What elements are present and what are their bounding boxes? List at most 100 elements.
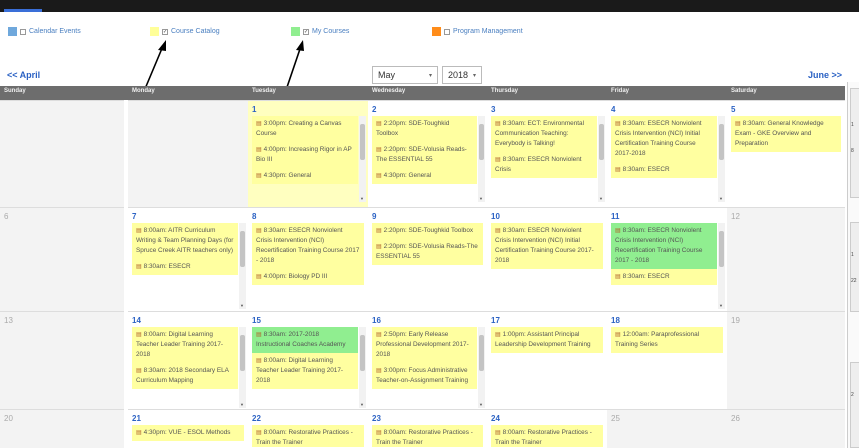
day-number[interactable]: 17 [491,316,500,325]
scrollbar[interactable]: ▼ [359,116,366,202]
calendar-event[interactable]: ▤ 4:00pm: Increasing Rigor in AP Bio III [252,142,358,168]
day-cell[interactable]: 6 [0,207,124,311]
day-number[interactable]: 1 [252,105,256,114]
calendar-event[interactable]: ▤ 4:30pm: VUE - ESOL Methods [132,425,244,441]
day-number[interactable]: 8 [252,212,256,221]
day-cell[interactable]: 13 [0,311,124,409]
scrollbar-thumb[interactable] [360,335,365,371]
day-cell[interactable]: 25 [607,409,727,448]
calendar-event[interactable]: ▤ 8:00am: Restorative Practices - Train t… [491,425,603,447]
day-number[interactable]: 5 [731,105,735,114]
day-number[interactable]: 11 [611,212,619,221]
day-number[interactable]: 22 [252,414,261,423]
calendar-event[interactable]: ▤ 4:00pm: Biology PD III [252,269,364,285]
scrollbar-thumb[interactable] [240,335,245,371]
day-number[interactable]: 23 [372,414,381,423]
day-number[interactable]: 2 [372,105,376,114]
calendar-event[interactable]: ▤ 3:00pm: Creating a Canvas Course [252,116,358,142]
scrollbar-thumb[interactable] [719,124,724,160]
day-number[interactable]: 26 [731,414,740,423]
scrollbar-thumb[interactable] [360,124,365,160]
day-cell[interactable]: 10 ▤ 8:30am: ESECR Nonviolent Crisis Inter… [487,207,607,311]
calendar-event[interactable]: ▤ 8:30am: 2018 Secondary ELA Curriculum M… [132,363,238,389]
calendar-event[interactable]: ▤ 4:30pm: General [252,168,358,184]
scrollbar[interactable]: ▼ [239,327,246,408]
scrollbar-thumb[interactable] [479,335,484,371]
day-number[interactable]: 13 [4,316,13,325]
calendar-event[interactable]: ▤ 8:00am: Digital Learning Teacher Leader… [252,353,358,389]
day-cell[interactable]: 23 ▤ 8:00am: Restorative Practices - Train… [368,409,487,448]
scrollbar[interactable]: ▼ [718,223,725,309]
scroll-down-icon[interactable]: ▼ [360,196,364,201]
day-number[interactable]: 14 [132,316,141,325]
scrollbar-thumb[interactable] [599,124,604,160]
calendar-event[interactable]: ▤ 2:20pm: SDE-Toughkid Toolbox [372,116,477,142]
day-cell[interactable]: 2 ▤ 2:20pm: SDE-Toughkid Toolbox ▤ 2:20pm: S… [368,100,487,207]
calendar-event[interactable]: ▤ 2:20pm: SDE-Toughkid Toolbox [372,223,483,239]
calendar-event[interactable]: ▤ 8:30am: 2017-2018 Instructional Coaches… [252,327,358,353]
day-cell[interactable]: 22 ▤ 8:00am: Restorative Practices - Train… [248,409,368,448]
calendar-event[interactable]: ▤ 3:00pm: Focus Administrative Teacher-on… [372,363,477,389]
prev-month-link[interactable]: << April [7,70,40,80]
scrollbar[interactable]: ▼ [598,116,605,202]
scrollbar-thumb[interactable] [479,124,484,160]
calendar-event[interactable]: ▤ 8:30am: ECT: Environmental Communicatio… [491,116,597,152]
day-number[interactable]: 19 [731,316,740,325]
day-cell[interactable]: 11 ▤ 8:30am: ESECR Nonviolent Crisis Inter… [607,207,727,311]
day-number[interactable]: 12 [731,212,740,221]
day-number[interactable]: 3 [491,105,495,114]
day-number[interactable]: 7 [132,212,136,221]
calendar-event[interactable]: ▤ 1:00pm: Assistant Principal Leadership … [491,327,603,353]
day-number[interactable]: 20 [4,414,13,423]
day-cell[interactable] [128,100,248,207]
day-cell[interactable]: 14 ▤ 8:00am: Digital Learning Teacher Lead… [128,311,248,409]
calendar-event[interactable]: ▤ 8:30am: ESECR Nonviolent Crisis [491,152,597,178]
scroll-down-icon[interactable]: ▼ [599,196,603,201]
year-select[interactable]: 2018 ▾ [442,66,482,84]
calendar-event[interactable]: ▤ 8:00am: AITR Curriculum Writing & Team … [132,223,238,259]
scrollbar[interactable]: ▼ [239,223,246,309]
scroll-down-icon[interactable]: ▼ [719,196,723,201]
day-cell[interactable]: 17 ▤ 1:00pm: Assistant Principal Leadershi… [487,311,607,409]
day-number[interactable]: 15 [252,316,261,325]
day-cell[interactable]: 20 [0,409,124,448]
day-cell[interactable]: 12 [727,207,845,311]
scroll-down-icon[interactable]: ▼ [479,402,483,407]
day-number[interactable]: 24 [491,414,500,423]
day-cell[interactable]: 18 ▤ 12:00am: Paraprofessional Training Se… [607,311,727,409]
day-cell[interactable]: 19 [727,311,845,409]
scroll-down-icon[interactable]: ▼ [719,303,723,308]
day-cell[interactable]: 3 ▤ 8:30am: ECT: Environmental Communicati… [487,100,607,207]
scrollbar[interactable]: ▼ [478,327,485,408]
calendar-event[interactable]: ▤ 2:20pm: SDE-Volusia Reads-The ESSENTIAL… [372,142,477,168]
day-cell[interactable]: 16 ▤ 2:50pm: Early Release Professional De… [368,311,487,409]
day-cell[interactable]: 26 [727,409,845,448]
day-cell[interactable]: 7 ▤ 8:00am: AITR Curriculum Writing & Team… [128,207,248,311]
calendar-event[interactable]: ▤ 4:30pm: General [372,168,477,184]
calendar-event[interactable]: ▤ 8:00am: Restorative Practices - Train t… [252,425,364,447]
scroll-down-icon[interactable]: ▼ [240,303,244,308]
calendar-event[interactable]: ▤ 2:20pm: SDE-Volusia Reads-The ESSENTIAL… [372,239,483,265]
month-select[interactable]: May ▾ [372,66,438,84]
day-cell[interactable]: 9 ▤ 2:20pm: SDE-Toughkid Toolbox ▤ 2:20pm: S… [368,207,487,311]
day-number[interactable]: 18 [611,316,620,325]
calendar-event[interactable]: ▤ 8:30am: General Knowledge Exam - GKE Ov… [731,116,841,152]
day-cell[interactable]: 15 ▤ 8:30am: 2017-2018 Instructional Coach… [248,311,368,409]
day-number[interactable]: 4 [611,105,615,114]
day-cell[interactable]: 4 ▤ 8:30am: ESECR Nonviolent Crisis Interv… [607,100,727,207]
scrollbar-thumb[interactable] [240,231,245,267]
day-cell[interactable]: 21 ▤ 4:30pm: VUE - ESOL Methods [128,409,248,448]
day-cell[interactable]: 1 ▤ 3:00pm: Creating a Canvas Course ▤ 4:00p… [248,100,368,207]
day-number[interactable]: 25 [611,414,620,423]
scrollbar[interactable]: ▼ [718,116,725,202]
calendar-event[interactable]: ▤ 8:30am: ESECR Nonviolent Crisis Interve… [611,116,717,162]
calendar-event[interactable]: ▤ 8:30am: ESECR [611,269,717,285]
calendar-event[interactable]: ▤ 8:00am: Digital Learning Teacher Leader… [132,327,238,363]
calendar-event[interactable]: ▤ 2:50pm: Early Release Professional Deve… [372,327,477,363]
day-cell[interactable]: 24 ▤ 8:00am: Restorative Practices - Train… [487,409,607,448]
day-number[interactable]: 9 [372,212,376,221]
calendar-event[interactable]: ▤ 8:30am: ESECR [132,259,238,275]
calendar-event[interactable]: ▤ 8:30am: ESECR Nonviolent Crisis Interve… [491,223,603,269]
day-number[interactable]: 16 [372,316,381,325]
scroll-down-icon[interactable]: ▼ [479,196,483,201]
